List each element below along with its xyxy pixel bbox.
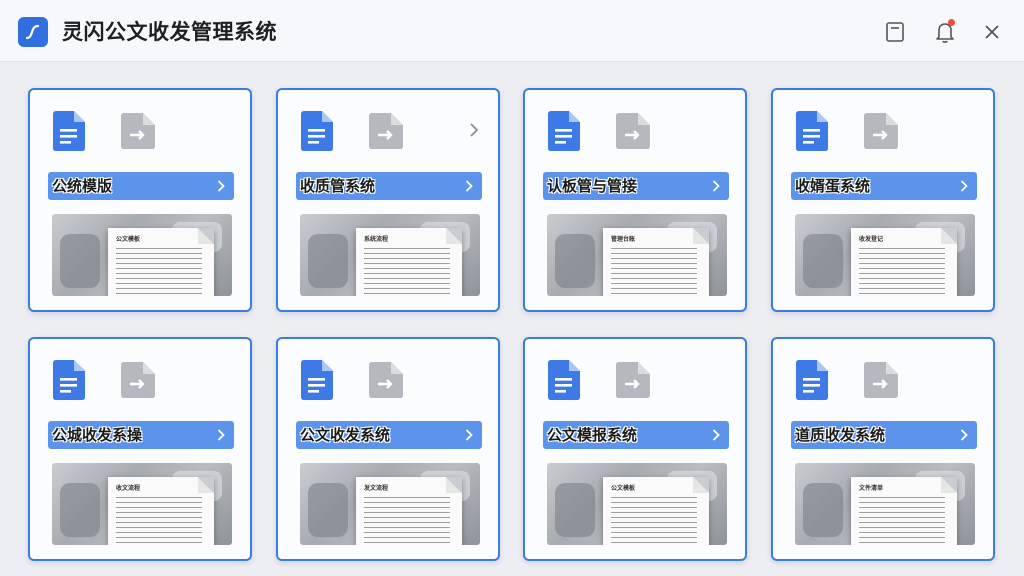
file-export-icon <box>369 362 403 398</box>
card-label-bar[interactable]: 认板管与管接 <box>543 172 729 200</box>
chevron-right-icon[interactable] <box>468 123 480 137</box>
document-preview-image: 收发登记 <box>795 214 975 296</box>
preview-paper: 管理台账 <box>603 228 709 296</box>
card-label-bar[interactable]: 收婿蛋系统 <box>791 172 977 200</box>
system-card-8[interactable]: 道质收发系统 文件清单 <box>771 337 995 561</box>
document-preview-image: 系统流程 <box>300 214 480 296</box>
card-label-bar[interactable]: 收质管系统 <box>296 172 482 200</box>
card-label-bar[interactable]: 公统模版 <box>48 172 234 200</box>
document-icon <box>548 360 580 400</box>
card-label: 公文收发系统 <box>300 426 391 444</box>
file-export-icon <box>369 113 403 149</box>
chevron-right-icon <box>960 180 968 192</box>
preview-heading: 公文模板 <box>611 485 636 492</box>
card-label: 公统模版 <box>52 177 113 195</box>
preview-paper: 公文模板 <box>108 228 214 296</box>
document-preview-image: 管理台账 <box>547 214 727 296</box>
preview-heading: 发文流程 <box>364 485 389 492</box>
preview-paper: 系统流程 <box>356 228 462 296</box>
document-preview-image: 发文流程 <box>300 463 480 545</box>
preview-heading: 公文模板 <box>116 236 141 243</box>
card-label: 公城收发系操 <box>52 426 143 444</box>
chevron-right-icon <box>465 180 473 192</box>
system-card-7[interactable]: 公文模报系统 公文模板 <box>523 337 747 561</box>
document-preview-image: 公文模板 <box>547 463 727 545</box>
document-icon <box>548 111 580 151</box>
card-label: 收婿蛋系统 <box>795 177 871 195</box>
document-icon <box>53 360 85 400</box>
card-label: 认板管与管接 <box>547 177 638 195</box>
system-card-1[interactable]: 公统模版 公文模板 <box>28 88 252 312</box>
document-icon <box>301 360 333 400</box>
preview-heading: 收文流程 <box>116 485 141 492</box>
preview-paper: 文件清单 <box>851 477 957 545</box>
file-export-icon <box>616 362 650 398</box>
document-icon <box>53 111 85 151</box>
file-export-icon <box>864 362 898 398</box>
preview-heading: 文件清单 <box>859 485 884 492</box>
preview-heading: 收发登记 <box>859 236 884 243</box>
file-export-icon <box>864 113 898 149</box>
document-icon <box>796 360 828 400</box>
document-preview-image: 收文流程 <box>52 463 232 545</box>
document-preview-image: 文件清单 <box>795 463 975 545</box>
card-label-bar[interactable]: 公城收发系操 <box>48 421 234 449</box>
preview-paper: 公文模板 <box>603 477 709 545</box>
document-icon <box>796 111 828 151</box>
card-label-bar[interactable]: 公文收发系统 <box>296 421 482 449</box>
chevron-right-icon <box>217 180 225 192</box>
system-card-3[interactable]: 认板管与管接 管理台账 <box>523 88 747 312</box>
card-label-bar[interactable]: 道质收发系统 <box>791 421 977 449</box>
preview-heading: 系统流程 <box>364 236 389 243</box>
chevron-right-icon <box>712 180 720 192</box>
file-export-icon <box>121 113 155 149</box>
file-export-icon <box>121 362 155 398</box>
card-label-bar[interactable]: 公文模报系统 <box>543 421 729 449</box>
system-card-5[interactable]: 公城收发系操 收文流程 <box>28 337 252 561</box>
preview-paper: 收文流程 <box>108 477 214 545</box>
document-icon <box>301 111 333 151</box>
chevron-right-icon <box>712 429 720 441</box>
chevron-right-icon <box>465 429 473 441</box>
preview-heading: 管理台账 <box>611 236 636 243</box>
system-card-6[interactable]: 公文收发系统 发文流程 <box>276 337 500 561</box>
document-preview-image: 公文模板 <box>52 214 232 296</box>
card-label: 收质管系统 <box>300 177 376 195</box>
system-card-4[interactable]: 收婿蛋系统 收发登记 <box>771 88 995 312</box>
system-card-2[interactable]: 收质管系统 系统流程 <box>276 88 500 312</box>
chevron-right-icon <box>217 429 225 441</box>
preview-paper: 发文流程 <box>356 477 462 545</box>
chevron-right-icon <box>960 429 968 441</box>
file-export-icon <box>616 113 650 149</box>
preview-paper: 收发登记 <box>851 228 957 296</box>
card-label: 道质收发系统 <box>795 426 886 444</box>
card-grid: 公统模版 公文模板 收质管系统 系统流程 认板管与管接 管理台账 收婿蛋系统 收… <box>0 0 1024 576</box>
card-label: 公文模报系统 <box>547 426 638 444</box>
